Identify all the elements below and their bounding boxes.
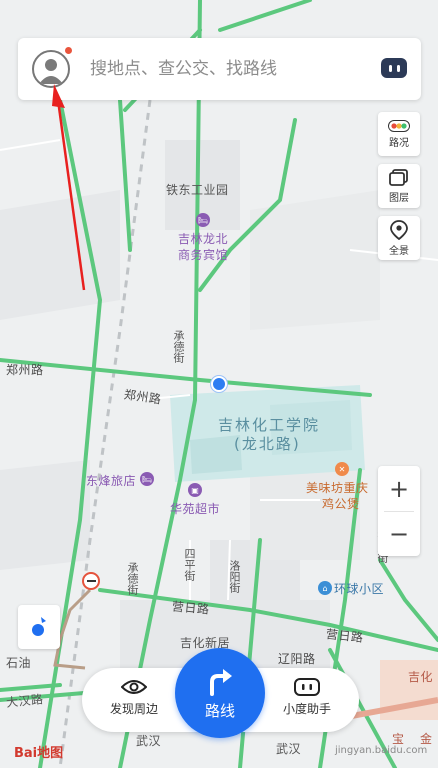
route-arrow-icon [210, 668, 232, 696]
locate-button[interactable] [18, 605, 60, 649]
baidu-map-logo: Bai地图 [14, 746, 64, 761]
traffic-label: 路况 [389, 137, 409, 149]
discover-nearby-button[interactable]: 发现周边 [94, 678, 174, 717]
layers-button[interactable]: 图层 [378, 164, 420, 208]
route-label: 路线 [204, 701, 235, 720]
map-label-hotel-line1[interactable]: 吉林龙北 [178, 230, 228, 247]
panorama-button[interactable]: 全景 [378, 216, 420, 260]
eye-icon [121, 680, 147, 694]
map-label-college-line2[interactable]: (龙北路) [234, 433, 301, 454]
pin-icon [390, 219, 408, 240]
map-label-chengde-street-bottom: 承德街 [126, 562, 139, 595]
map-label-wuhan-road-1: 武汉 [136, 734, 162, 748]
zoom-in-button[interactable]: + [378, 466, 420, 511]
watermark-text: jingyan.baidu.com [335, 745, 428, 756]
map-label-huanqiu-district[interactable]: 环球小区 [334, 580, 384, 597]
map-label-jihua-right: 吉化 [408, 670, 434, 684]
hotel-poi-icon[interactable]: 🛏 [196, 213, 210, 227]
map-label-industrial-park: 铁东工业园 [166, 183, 229, 197]
restaurant-poi-icon[interactable]: ✕ [335, 462, 349, 476]
map-label-college-line1[interactable]: 吉林化工学院 [218, 414, 320, 435]
map-label-chengde-street-top: 承德街 [172, 330, 185, 363]
traffic-light-icon [388, 119, 410, 132]
panorama-label: 全景 [389, 245, 409, 257]
search-bar[interactable] [18, 38, 421, 100]
map-label-hotel-line2[interactable]: 商务宾馆 [178, 246, 228, 263]
current-location-icon [211, 376, 227, 392]
search-input[interactable] [90, 56, 350, 82]
zoom-out-button[interactable]: − [378, 511, 420, 556]
map-label-restaurant-line2[interactable]: 鸡公煲 [322, 495, 360, 512]
traffic-button[interactable]: 路况 [378, 112, 420, 156]
layers-icon [389, 168, 408, 186]
compass-icon [32, 617, 46, 636]
discover-nearby-label: 发现周边 [109, 702, 158, 716]
user-avatar-icon[interactable] [32, 50, 70, 88]
voice-assistant-icon[interactable] [381, 58, 407, 78]
map-label-zirui-road-left: 营日路 [171, 599, 211, 617]
no-entry-icon[interactable] [82, 572, 100, 590]
dongfeng-hotel-poi-icon[interactable]: 🛏 [140, 472, 154, 486]
xiaodu-assistant-label: 小度助手 [282, 702, 331, 716]
map-label-liaoyang-road: 辽阳路 [278, 652, 316, 666]
map-label-huayuan-market[interactable]: 华苑超市 [170, 500, 220, 517]
map-label-zhengzhou-road-left: 郑州路 [6, 363, 44, 377]
map-label-wuhan-road-2: 武汉 [276, 742, 302, 756]
notification-dot [65, 47, 72, 54]
residence-poi-icon[interactable]: ⌂ [318, 581, 332, 595]
map-label-dongfeng-hotel[interactable]: 东烽旅店 [86, 472, 136, 489]
layers-label: 图层 [389, 192, 409, 204]
map-label-luoyang-street: 洛阳街 [228, 560, 241, 593]
zoom-control: + − [378, 466, 420, 556]
map-label-siping-street: 四平街 [183, 548, 196, 581]
route-button[interactable]: 路线 [175, 648, 265, 738]
robot-icon [294, 678, 320, 696]
map-label-shiyou: 石油 [6, 656, 32, 670]
supermarket-poi-icon[interactable]: ▣ [188, 483, 202, 497]
map-label-restaurant-line1[interactable]: 美味坊重庆 [306, 479, 369, 496]
xiaodu-assistant-button[interactable]: 小度助手 [267, 678, 347, 717]
